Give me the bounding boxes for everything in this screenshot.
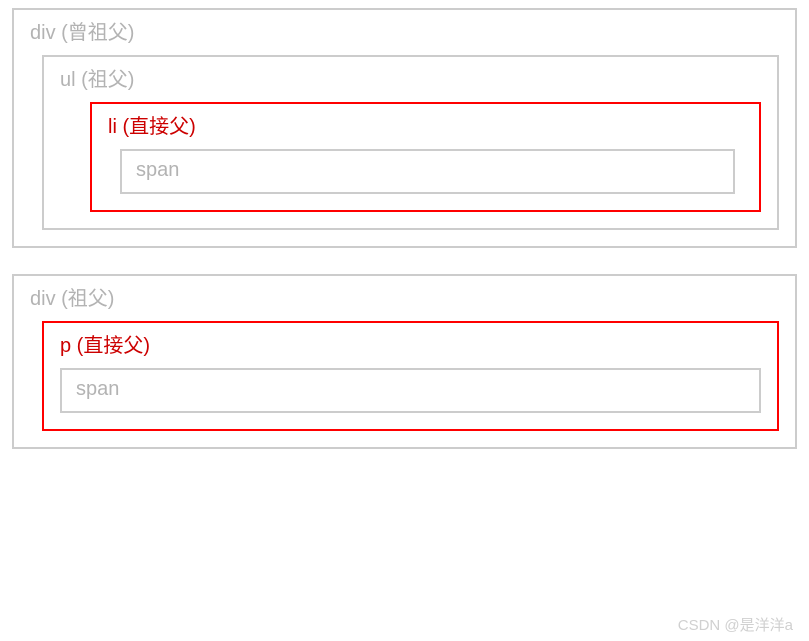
span-leaf-label: span: [136, 159, 719, 182]
span-leaf-box: span: [120, 149, 735, 194]
parent-li-box: li (直接父) span: [90, 102, 761, 212]
grandparent-div-box: div (祖父) p (直接父) span: [12, 274, 797, 449]
parent-p-label: p (直接父): [60, 329, 761, 358]
great-grandparent-label: div (曾祖父): [30, 16, 779, 45]
great-grandparent-div-box: div (曾祖父) ul (祖父) li (直接父) span: [12, 8, 797, 248]
grandparent-div-label: div (祖父): [30, 282, 779, 311]
span-leaf-box-2: span: [60, 368, 761, 413]
grandparent-ul-box: ul (祖父) li (直接父) span: [42, 55, 779, 230]
parent-p-box: p (直接父) span: [42, 321, 779, 431]
span-leaf-label-2: span: [76, 378, 745, 401]
parent-li-label: li (直接父): [108, 110, 735, 139]
grandparent-ul-label: ul (祖父): [60, 63, 761, 92]
watermark-text: CSDN @是洋洋a: [678, 614, 793, 635]
